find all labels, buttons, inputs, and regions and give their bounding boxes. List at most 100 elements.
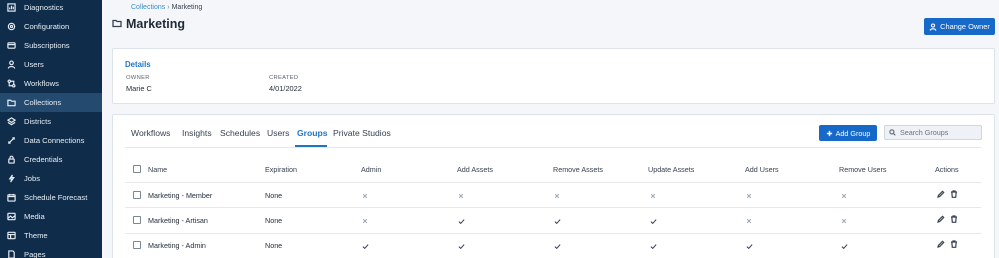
folder-icon xyxy=(6,97,17,108)
plus-icon xyxy=(826,130,832,136)
add-group-button[interactable]: Add Group xyxy=(819,125,877,141)
sidebar-item-label: Diagnostics xyxy=(24,3,64,12)
column-header-admin[interactable]: Admin xyxy=(361,165,381,174)
lock-icon xyxy=(6,154,17,165)
media-icon xyxy=(6,211,17,222)
sidebar-item-label: Theme xyxy=(24,231,48,240)
cross-icon xyxy=(553,192,561,200)
check-icon xyxy=(553,217,561,225)
sidebar-item-collections[interactable]: Collections xyxy=(0,93,102,112)
group-expiration: None xyxy=(265,216,283,225)
select-all-checkbox[interactable] xyxy=(133,165,141,173)
sidebar-item-label: Pages xyxy=(24,250,46,258)
group-expiration: None xyxy=(265,191,283,200)
sidebar-item-workflows[interactable]: Workflows xyxy=(0,74,102,93)
sidebar-item-label: Jobs xyxy=(24,174,41,183)
sidebar-item-label: Data Connections xyxy=(24,136,85,145)
user-icon xyxy=(929,22,937,31)
search-icon xyxy=(889,129,896,136)
sidebar-item-configuration[interactable]: Configuration xyxy=(0,17,102,36)
breadcrumb-separator: › xyxy=(167,4,170,11)
check-icon xyxy=(745,242,753,250)
search-groups-input[interactable] xyxy=(900,128,978,137)
edit-icon[interactable] xyxy=(937,190,946,199)
sidebar-item-label: Workflows xyxy=(24,79,59,88)
active-tab-indicator xyxy=(295,145,327,147)
row-checkbox[interactable] xyxy=(133,191,141,199)
details-title: Details xyxy=(125,60,151,69)
cross-icon xyxy=(840,192,848,200)
cross-icon xyxy=(649,192,657,200)
tab-private-studios[interactable]: Private Studios xyxy=(333,128,391,138)
sidebar-item-theme[interactable]: Theme xyxy=(0,226,102,245)
sidebar-item-data-connections[interactable]: Data Connections xyxy=(0,131,102,150)
group-expiration: None xyxy=(265,241,283,250)
sidebar-item-label: Subscriptions xyxy=(24,41,70,50)
sidebar-item-pages[interactable]: Pages xyxy=(0,245,102,258)
change-owner-label: Change Owner xyxy=(940,22,990,31)
column-header-remove-assets[interactable]: Remove Assets xyxy=(553,165,603,174)
sidebar-item-label: Configuration xyxy=(24,22,70,31)
breadcrumb-link-collections[interactable]: Collections xyxy=(131,4,165,11)
column-header-remove-users[interactable]: Remove Users xyxy=(839,165,887,174)
column-header-add-users[interactable]: Add Users xyxy=(745,165,779,174)
sidebar-item-label: Collections xyxy=(24,98,62,107)
trash-icon[interactable] xyxy=(950,215,959,224)
check-icon xyxy=(361,242,369,250)
sidebar-item-label: Districts xyxy=(24,117,51,126)
check-icon xyxy=(457,217,465,225)
tab-users[interactable]: Users xyxy=(267,128,289,138)
created-label: CREATED xyxy=(269,75,299,81)
check-icon xyxy=(457,242,465,250)
trash-icon[interactable] xyxy=(950,240,959,249)
column-header-name[interactable]: Name xyxy=(148,165,167,174)
sidebar-item-label: Schedule Forecast xyxy=(24,193,88,202)
add-group-label: Add Group xyxy=(835,128,871,138)
sidebar-item-jobs[interactable]: Jobs xyxy=(0,169,102,188)
sidebar-item-users[interactable]: Users xyxy=(0,55,102,74)
row-divider xyxy=(125,182,981,183)
sidebar-item-diagnostics[interactable]: Diagnostics xyxy=(0,0,102,17)
details-card: Details OWNER Marie C CREATED 4/01/2022 xyxy=(112,48,995,104)
sidebar-item-label: Media xyxy=(24,212,45,221)
sidebar: Diagnostics Configuration Subscriptions … xyxy=(0,0,102,258)
tab-divider xyxy=(125,147,981,148)
tab-schedules[interactable]: Schedules xyxy=(220,128,260,138)
sidebar-item-districts[interactable]: Districts xyxy=(0,112,102,131)
sidebar-item-schedule-forecast[interactable]: Schedule Forecast xyxy=(0,188,102,207)
sidebar-item-credentials[interactable]: Credentials xyxy=(0,150,102,169)
sidebar-item-subscriptions[interactable]: Subscriptions xyxy=(0,36,102,55)
connection-icon xyxy=(6,135,17,146)
sidebar-item-media[interactable]: Media xyxy=(0,207,102,226)
tab-workflows[interactable]: Workflows xyxy=(131,128,170,138)
column-header-expiration[interactable]: Expiration xyxy=(265,165,297,174)
pages-icon xyxy=(6,249,17,258)
subscription-icon xyxy=(6,40,17,51)
cross-icon xyxy=(361,217,369,225)
trash-icon[interactable] xyxy=(950,190,959,199)
row-divider xyxy=(125,233,981,234)
cross-icon xyxy=(840,217,848,225)
tab-insights[interactable]: Insights xyxy=(182,128,212,138)
user-icon xyxy=(6,59,17,70)
row-checkbox[interactable] xyxy=(133,216,141,224)
row-divider xyxy=(125,207,981,208)
owner-value: Marie C xyxy=(126,84,152,93)
search-groups xyxy=(884,125,982,140)
row-checkbox[interactable] xyxy=(133,241,141,249)
folder-icon xyxy=(112,18,126,30)
check-icon xyxy=(553,242,561,250)
edit-icon[interactable] xyxy=(937,240,946,249)
column-header-actions: Actions xyxy=(935,165,959,174)
cross-icon xyxy=(745,192,753,200)
layers-icon xyxy=(6,116,17,127)
edit-icon[interactable] xyxy=(937,215,946,224)
change-owner-button[interactable]: Change Owner xyxy=(924,18,995,35)
gear-icon xyxy=(6,21,17,32)
tab-groups[interactable]: Groups xyxy=(297,128,328,138)
column-header-add-assets[interactable]: Add Assets xyxy=(457,165,493,174)
breadcrumb: Collections › Marketing xyxy=(131,4,202,11)
column-header-update-assets[interactable]: Update Assets xyxy=(648,165,694,174)
cross-icon xyxy=(745,217,753,225)
check-icon xyxy=(649,217,657,225)
